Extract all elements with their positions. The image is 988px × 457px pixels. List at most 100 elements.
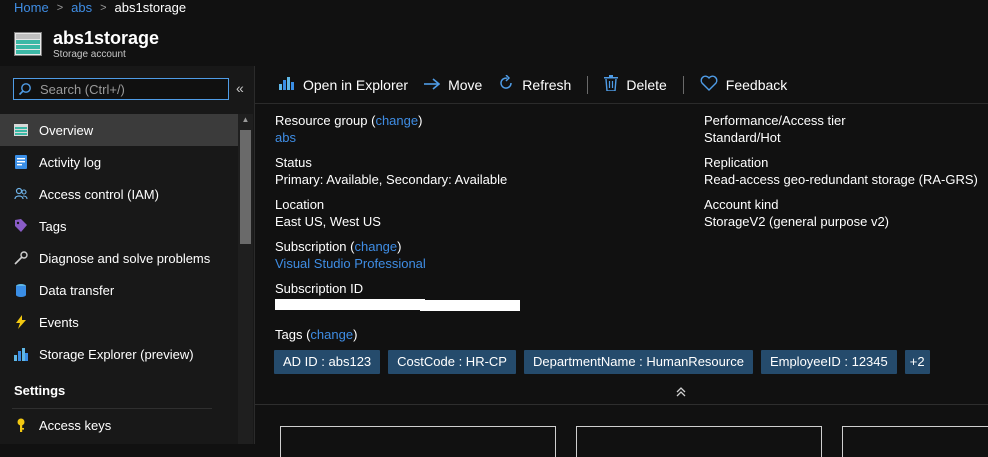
sidebar-item-access-keys[interactable]: Access keys [0,409,238,441]
storage-explorer-icon [279,76,295,93]
tag-list: AD ID : abs123 CostCode : HR-CP Departme… [274,350,938,374]
tag-chip[interactable]: EmployeeID : 12345 [760,350,897,374]
sidebar-scrollbar[interactable]: ▲ [238,114,253,444]
feedback-label: Feedback [725,76,788,93]
sidebar-item-diagnose[interactable]: Diagnose and solve problems [0,242,238,274]
open-in-explorer-button[interactable]: Open in Explorer [279,76,408,93]
chevron-right-icon: > [100,2,107,14]
resource-group-field: Resource group (change) abs [275,112,422,146]
sidebar-item-tags[interactable]: Tags [0,210,238,242]
trash-icon [604,75,619,94]
sidebar-item-label: Tags [39,218,67,234]
sidebar-item-label: Access control (IAM) [39,186,159,202]
toolbar-divider [587,75,589,94]
refresh-label: Refresh [522,76,572,93]
tags-label: Tags ( [275,327,311,342]
iam-icon [14,187,28,201]
sidebar-item-label: Events [39,314,79,330]
sidebar-nav: Overview Activity log Access control (IA… [0,114,238,441]
chevron-right-icon: > [56,2,64,14]
redacted-subscription-id [275,297,520,311]
replication-label: Replication [704,155,769,170]
close-paren: ) [397,239,402,254]
metric-tile[interactable] [576,426,822,457]
subscription-field: Subscription (change) Visual Studio Prof… [275,238,426,272]
replication-value: Read-access geo-redundant storage (RA-GR… [704,172,978,187]
account-kind-value: StorageV2 (general purpose v2) [704,214,890,229]
sidebar-item-label: Diagnose and solve problems [39,250,211,266]
status-field: Status Primary: Available, Secondary: Av… [275,154,507,188]
resource-header: abs1storage Storage account [14,24,159,64]
change-resource-group-link[interactable]: change [375,113,418,128]
sidebar-item-storage-explorer[interactable]: Storage Explorer (preview) [0,338,238,370]
feedback-button[interactable]: Feedback [700,75,787,94]
sidebar-item-data-transfer[interactable]: Data transfer [0,274,238,306]
collapse-essentials-icon[interactable] [676,386,686,400]
location-label: Location [275,197,325,212]
close-paren: ) [418,113,423,128]
heart-icon [700,75,718,94]
sidebar-item-access-control[interactable]: Access control (IAM) [0,178,238,210]
account-kind-label: Account kind [704,197,779,212]
refresh-button[interactable]: Refresh [498,74,572,94]
command-bar: Open in Explorer Move Refresh Delete Fee… [255,66,988,104]
sidebar-item-label: Storage Explorer (preview) [39,346,194,362]
arrow-right-icon [424,77,441,93]
sidebar-section-settings: Settings [14,383,66,398]
toolbar-divider [682,75,684,94]
sidebar-item-activity-log[interactable]: Activity log [0,146,238,178]
move-label: Move [448,76,483,93]
refresh-icon [498,74,514,94]
storage-account-icon [14,32,42,56]
search-icon [18,82,32,96]
search-input[interactable] [40,80,220,98]
change-subscription-link[interactable]: change [354,239,397,254]
breadcrumb-current: abs1storage [114,0,187,15]
delete-button[interactable]: Delete [604,75,667,94]
more-tags-chip[interactable]: +2 [904,350,930,374]
essentials-panel: Resource group (change) abs Status Prima… [255,104,988,404]
move-button[interactable]: Move [424,77,482,93]
tag-chip[interactable]: CostCode : HR-CP [388,350,516,374]
tag-chip[interactable]: DepartmentName : HumanResource [523,350,753,374]
replication-field: Replication Read-access geo-redundant st… [704,154,978,188]
sidebar-item-label: Overview [39,122,94,138]
tag-chip[interactable]: AD ID : abs123 [274,350,381,374]
sidebar-item-label: Activity log [39,154,102,170]
status-label: Status [275,155,312,170]
open-in-explorer-label: Open in Explorer [303,76,409,93]
metric-tile[interactable] [280,426,556,457]
wrench-icon [14,251,28,265]
change-tags-link[interactable]: change [310,327,353,342]
search-box [13,78,229,100]
breadcrumb-home-link[interactable]: Home [14,0,49,16]
performance-field: Performance/Access tier Standard/Hot [704,112,846,146]
tag-icon [14,219,28,233]
location-field: Location East US, West US [275,196,381,230]
activity-log-icon [14,155,28,169]
resource-group-link[interactable]: abs [275,130,296,145]
page-subtitle: Storage account [53,49,126,60]
scrollbar-thumb[interactable] [240,130,251,244]
collapse-sidebar-icon[interactable]: « [236,80,244,96]
breadcrumb-resource-group-link[interactable]: abs [71,0,92,16]
essentials-divider [255,404,988,405]
sidebar-item-overview[interactable]: Overview [0,114,238,146]
overview-icon [14,123,28,137]
subscription-id-field: Subscription ID [275,280,520,311]
status-value: Primary: Available, Secondary: Available [275,172,508,187]
scroll-up-icon[interactable]: ▲ [238,114,253,126]
sidebar-item-label: Access keys [39,417,112,433]
data-transfer-icon [14,283,28,297]
resource-group-label: Resource group ( [275,113,376,128]
subscription-link[interactable]: Visual Studio Professional [275,256,426,271]
close-paren: ) [353,327,358,342]
breadcrumb: Home > abs > abs1storage [14,0,186,16]
sidebar-item-events[interactable]: Events [0,306,238,338]
tags-heading: Tags (change) [275,327,357,342]
performance-label: Performance/Access tier [704,113,846,128]
sidebar: « Overview Activity log Access control (… [0,66,255,444]
storage-explorer-icon [14,347,28,361]
subscription-label: Subscription ( [275,239,355,254]
metric-tile[interactable] [842,426,988,457]
